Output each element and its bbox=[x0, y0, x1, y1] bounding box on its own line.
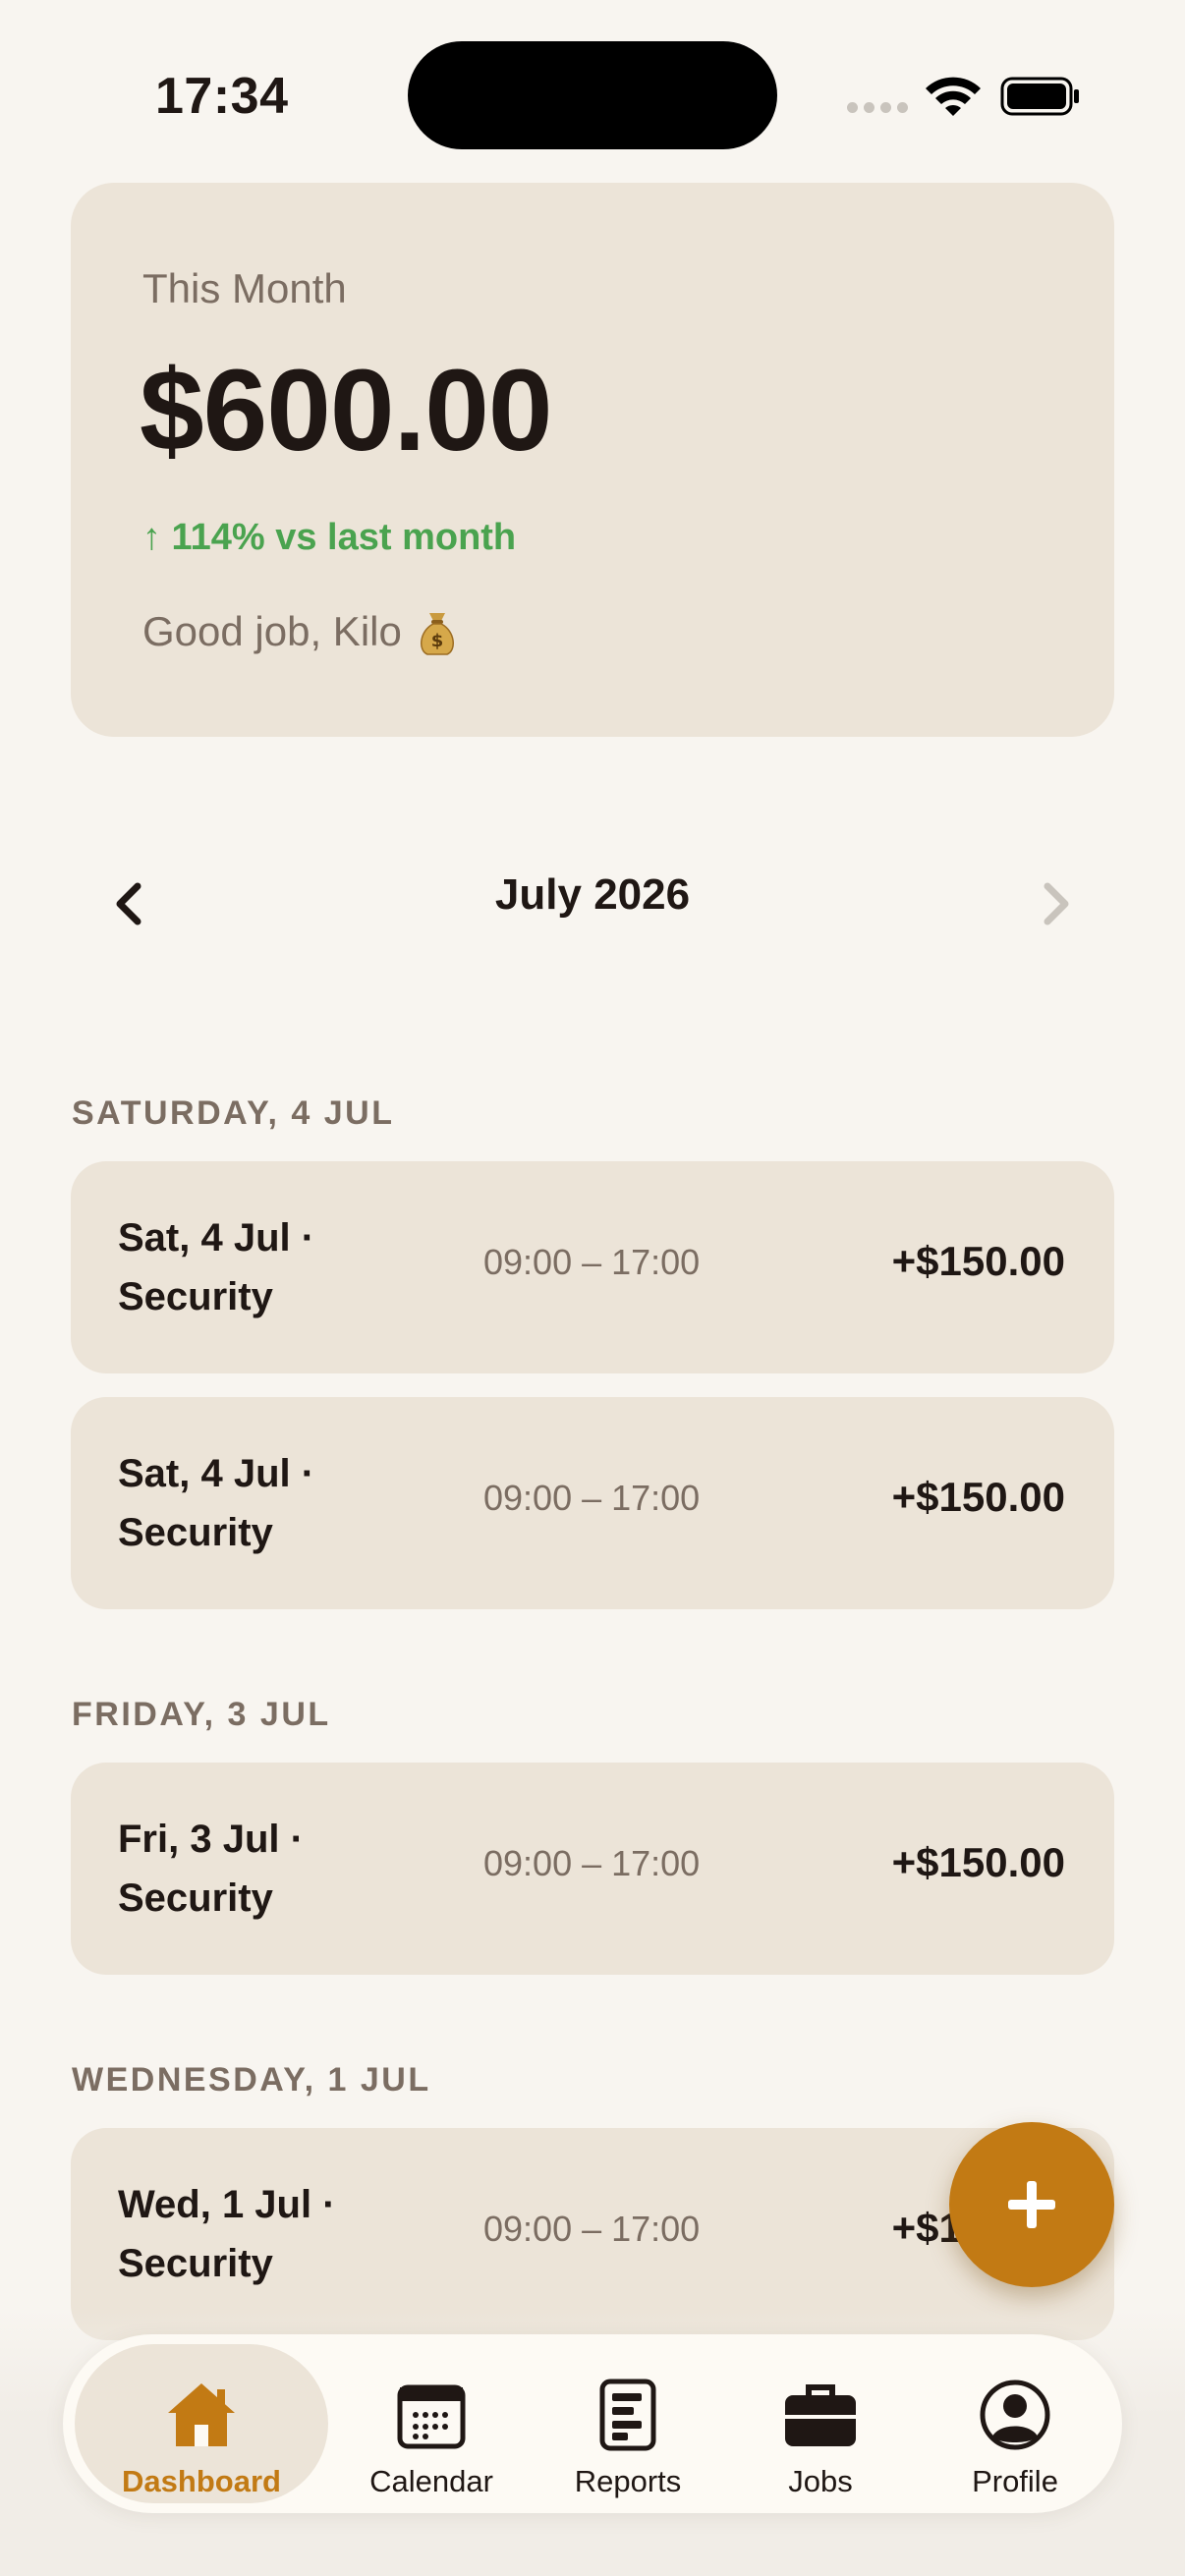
shift-amount: +$150.00 bbox=[891, 1839, 1065, 1885]
chevron-right-icon[interactable] bbox=[1026, 874, 1085, 933]
tab-label: Reports bbox=[574, 2464, 682, 2498]
shift-title: Sat, 4 Jul · Security bbox=[118, 1452, 315, 1554]
dynamic-island bbox=[408, 41, 777, 149]
calendar-icon bbox=[397, 2384, 466, 2449]
wifi-icon bbox=[926, 77, 981, 116]
shift-title: Wed, 1 Jul · Security bbox=[118, 2183, 336, 2285]
shift-card[interactable]: Sat, 4 Jul · Security 09:00 – 17:00 +$15… bbox=[71, 1161, 1114, 1373]
tab-label: Profile bbox=[972, 2464, 1058, 2498]
tab-jobs[interactable]: Jobs bbox=[737, 2344, 904, 2503]
tab-label: Calendar bbox=[369, 2464, 493, 2498]
briefcase-icon bbox=[785, 2384, 856, 2446]
cellular-signal-icon bbox=[847, 102, 908, 113]
add-shift-button[interactable] bbox=[949, 2122, 1114, 2287]
shift-amount: +$150.00 bbox=[891, 1474, 1065, 1520]
summary-label: This Month bbox=[142, 265, 347, 311]
month-navigation: July 2026 bbox=[71, 855, 1114, 953]
bottom-tab-bar: Dashboard Calendar Reports Jobs Profile bbox=[63, 2334, 1122, 2513]
summary-change: ↑ 114% vs last month bbox=[142, 517, 517, 558]
shift-time: 09:00 – 17:00 bbox=[483, 1242, 701, 1282]
svg-text:$: $ bbox=[431, 631, 444, 651]
shift-amount: +$150.00 bbox=[891, 1238, 1065, 1284]
shift-card[interactable]: Fri, 3 Jul · Security 09:00 – 17:00 +$15… bbox=[71, 1763, 1114, 1975]
greeting-text: Good job, Kilo bbox=[142, 608, 402, 654]
summary-greeting: Good job, Kilo $ bbox=[142, 607, 459, 656]
home-icon bbox=[168, 2383, 235, 2446]
profile-icon bbox=[980, 2380, 1050, 2450]
plus-icon bbox=[1008, 2181, 1055, 2228]
tab-profile[interactable]: Profile bbox=[931, 2344, 1099, 2503]
day-header: WEDNESDAY, 1 JUL bbox=[72, 2061, 431, 2099]
tab-label: Dashboard bbox=[122, 2464, 281, 2498]
tab-calendar[interactable]: Calendar bbox=[348, 2344, 515, 2503]
shift-time: 09:00 – 17:00 bbox=[483, 1843, 701, 1883]
shift-time: 09:00 – 17:00 bbox=[483, 1478, 701, 1518]
battery-icon bbox=[1000, 77, 1079, 116]
reports-icon bbox=[599, 2379, 656, 2451]
status-time: 17:34 bbox=[155, 68, 289, 125]
monthly-summary-card: This Month $600.00 ↑ 114% vs last month … bbox=[71, 183, 1114, 737]
tab-dashboard[interactable]: Dashboard bbox=[75, 2344, 328, 2503]
day-header: SATURDAY, 4 JUL bbox=[72, 1094, 395, 1132]
shift-title: Sat, 4 Jul · Security bbox=[118, 1216, 315, 1318]
summary-amount: $600.00 bbox=[140, 346, 553, 476]
shift-title: Fri, 3 Jul · Security bbox=[118, 1818, 304, 1920]
month-title: July 2026 bbox=[494, 870, 691, 919]
tab-reports[interactable]: Reports bbox=[544, 2344, 711, 2503]
day-header: FRIDAY, 3 JUL bbox=[72, 1696, 331, 1733]
shift-time: 09:00 – 17:00 bbox=[483, 2209, 701, 2249]
tab-label: Jobs bbox=[788, 2464, 853, 2498]
money-bag-icon: $ bbox=[420, 613, 454, 655]
shift-card[interactable]: Sat, 4 Jul · Security 09:00 – 17:00 +$15… bbox=[71, 1397, 1114, 1609]
